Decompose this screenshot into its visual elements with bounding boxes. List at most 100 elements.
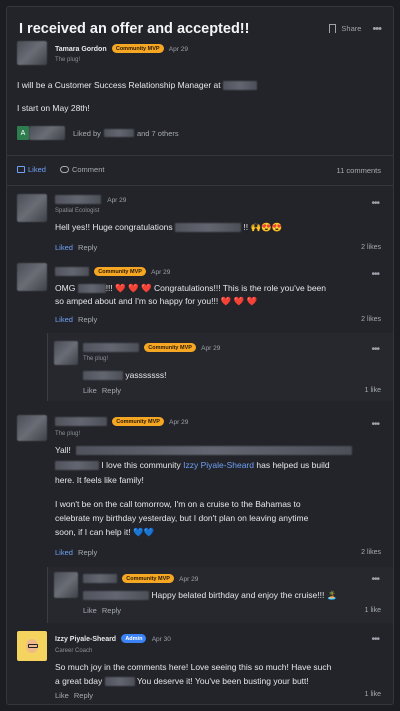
- comment-text-line2: I love this community Izzy Piyale-Sheard…: [55, 459, 330, 471]
- commenter-avatar[interactable]: [54, 572, 78, 598]
- admin-badge: Admin: [121, 634, 147, 644]
- share-button[interactable]: Share: [341, 24, 361, 33]
- like-icon[interactable]: [17, 166, 25, 173]
- comment-like-button[interactable]: Liked: [55, 548, 73, 557]
- commenter-avatar[interactable]: [54, 341, 78, 365]
- comment-reply-button[interactable]: Reply: [78, 243, 97, 252]
- redacted-name: [55, 195, 101, 205]
- comment-like-count[interactable]: 1 like: [365, 691, 381, 698]
- comment-text: OMG !!! ❤️ ❤️ ❤️ Congratulations!!! This…: [55, 283, 327, 294]
- commenter-avatar[interactable]: [17, 263, 47, 291]
- divider: [7, 155, 393, 156]
- comment-header: Community MVP Apr 29: [83, 574, 198, 584]
- redacted-text: [223, 81, 257, 91]
- comment-reply-button[interactable]: Reply: [78, 315, 97, 324]
- divider: [7, 185, 393, 186]
- liked-by-row[interactable]: A Liked by and 7 others: [17, 126, 179, 140]
- more-icon[interactable]: •••: [371, 269, 379, 280]
- comment-text: Hell yes!! Huge congratulations !! 🙌😍😍: [55, 222, 283, 233]
- comment-text: Yall!: [55, 444, 353, 456]
- redacted-name: [55, 267, 89, 277]
- redacted-text: [103, 129, 134, 137]
- header-actions: Share •••: [329, 23, 382, 36]
- liker-avatar: A: [17, 126, 29, 140]
- commenter-avatar[interactable]: [17, 194, 47, 222]
- post-body-line2: I start on May 28th!: [17, 103, 90, 113]
- comment-header: Izzy Piyale-Sheard Admin Apr 30: [55, 634, 171, 644]
- comment-like-button[interactable]: Like: [83, 606, 97, 615]
- commenter-name[interactable]: Izzy Piyale-Sheard: [55, 636, 116, 643]
- comment-actions: Liked Reply: [55, 548, 97, 557]
- comment-like-count[interactable]: 2 likes: [361, 316, 381, 323]
- comment-actions: Like Reply: [83, 386, 121, 395]
- comment-like-button[interactable]: Liked: [55, 315, 73, 324]
- redacted-name: [83, 343, 139, 353]
- comment-reply-button[interactable]: Reply: [74, 691, 93, 700]
- action-bar: Liked Comment: [17, 165, 104, 174]
- like-button[interactable]: Liked: [28, 165, 46, 174]
- commenter-subtitle: The plug!: [83, 356, 109, 362]
- comment-like-button[interactable]: Liked: [55, 243, 73, 252]
- comment-text: So much joy in the comments here! Love s…: [55, 662, 332, 672]
- comment-like-count[interactable]: 1 like: [365, 387, 381, 394]
- comment-like-count[interactable]: 1 like: [365, 607, 381, 614]
- author-avatar[interactable]: [17, 41, 47, 65]
- mvp-badge: Community MVP: [111, 44, 164, 54]
- comment-like-count[interactable]: 2 likes: [361, 244, 381, 251]
- comment-button[interactable]: Comment: [72, 165, 105, 174]
- more-icon[interactable]: •••: [371, 198, 379, 209]
- mention-link[interactable]: Izzy Piyale-Sheard: [183, 460, 254, 470]
- comment-like-count[interactable]: 2 likes: [361, 549, 381, 556]
- redacted-name: [83, 574, 117, 584]
- comment-actions: Liked Reply: [55, 315, 97, 324]
- comment-actions: Liked Reply: [55, 243, 97, 252]
- comment-text: Happy belated birthday and enjoy the cru…: [83, 589, 337, 601]
- redacted-text: [83, 591, 149, 601]
- post-title: I received an offer and accepted!!: [19, 21, 250, 37]
- redacted-text: [76, 446, 353, 456]
- comment-actions: Like Reply: [83, 606, 121, 615]
- post-body-line1: I will be a Customer Success Relationshi…: [17, 79, 257, 91]
- comments-count[interactable]: 11 comments: [337, 166, 381, 175]
- comment-reply-button[interactable]: Reply: [102, 606, 121, 615]
- comment-actions: Like Reply: [55, 691, 93, 700]
- commenter-subtitle: Spatial Ecologist: [55, 208, 100, 214]
- comment-header: Community MVP Apr 29: [83, 343, 220, 353]
- liker-avatar-blurred: [29, 126, 65, 140]
- comment-text-line6: soon, if I can help it! 💙💙: [55, 527, 155, 537]
- redacted-text: [104, 677, 135, 687]
- comment-icon[interactable]: [59, 166, 69, 173]
- redacted-text: [55, 461, 99, 471]
- redacted-text: [77, 284, 106, 294]
- comment-reply-button[interactable]: Reply: [102, 386, 121, 395]
- redacted-text: [175, 223, 242, 233]
- author-line: Tamara Gordon Community MVP Apr 29: [55, 44, 188, 54]
- author-name[interactable]: Tamara Gordon: [55, 46, 107, 53]
- post-header: I received an offer and accepted!! Share…: [17, 17, 383, 37]
- comment-text-line2: so amped about and I'm so happy for you!…: [55, 296, 258, 306]
- more-icon[interactable]: •••: [372, 23, 382, 34]
- comment-text-line4: I won't be on the call tomorrow, I'm on …: [55, 499, 301, 509]
- comment-header: Community MVP Apr 29: [55, 267, 170, 277]
- post-card: I received an offer and accepted!! Share…: [6, 6, 394, 705]
- comment-reply-button[interactable]: Reply: [78, 548, 97, 557]
- comment-text: yasssssss!: [83, 369, 166, 381]
- comment-text-line5: celebrate my birthday yesterday, but I d…: [55, 513, 309, 523]
- author-subtitle: The plug!: [55, 57, 81, 63]
- comment-header: Apr 29: [55, 195, 126, 205]
- more-icon[interactable]: •••: [371, 419, 379, 430]
- post-date: Apr 29: [168, 46, 188, 53]
- commenter-avatar[interactable]: [17, 415, 47, 441]
- comment-header: Community MVP Apr 29: [55, 417, 188, 427]
- comment-text-line2: a great bday You deserve it! You've been…: [55, 676, 309, 687]
- avatar-face-icon: [26, 639, 38, 653]
- comment-like-button[interactable]: Like: [55, 691, 69, 700]
- bookmark-icon[interactable]: [329, 24, 337, 36]
- more-icon[interactable]: •••: [371, 344, 379, 355]
- more-icon[interactable]: •••: [371, 634, 379, 645]
- comment-text-line3: here. It feels like family!: [55, 475, 144, 485]
- redacted-text: [83, 371, 123, 381]
- more-icon[interactable]: •••: [371, 574, 379, 585]
- izzy-avatar[interactable]: [17, 631, 47, 661]
- comment-like-button[interactable]: Like: [83, 386, 97, 395]
